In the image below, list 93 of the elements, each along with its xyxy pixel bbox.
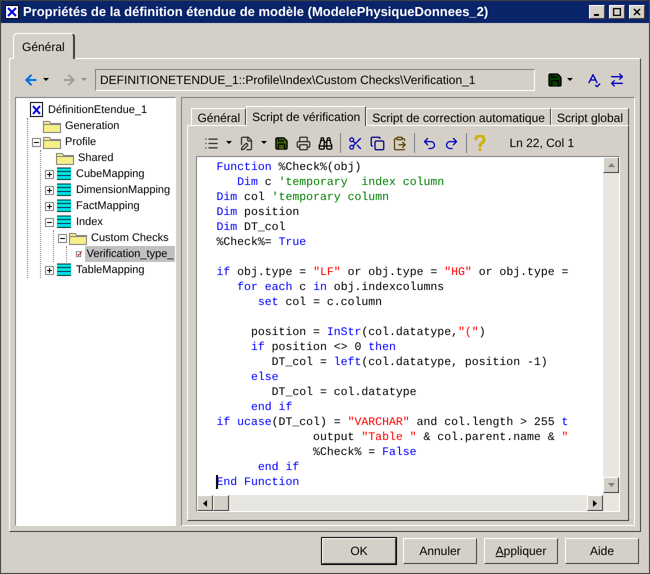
list-icon[interactable]	[204, 136, 220, 150]
tree-item[interactable]: TableMapping	[74, 262, 146, 278]
code-line: Dim position	[216, 205, 300, 220]
tree-item[interactable]: Custom Checks	[89, 230, 171, 246]
tree-item[interactable]: Verification_type_	[84, 246, 176, 262]
code-line: position = InStr(col.datatype,"(")	[250, 325, 486, 340]
maximize-icon	[613, 8, 621, 16]
close-icon	[633, 8, 641, 16]
undo-icon[interactable]	[422, 136, 438, 150]
code-line: for each c in obj.indexcolumns	[236, 280, 444, 295]
scroll-right-button[interactable]	[587, 495, 603, 511]
code-line: Dim c 'temporary index column	[236, 175, 444, 190]
path-field[interactable]: DEFINITIONETENDUE_1::Profile\Index\Custom Checks\Verification_1	[95, 69, 535, 91]
maximize-button[interactable]	[609, 5, 625, 19]
caret-icon[interactable]	[261, 141, 268, 145]
tree-item[interactable]: Shared	[76, 150, 116, 166]
find-icon[interactable]	[318, 136, 334, 150]
save-icon[interactable]	[547, 72, 563, 88]
code-line: if ucase(DT_col) = "VARCHAR" and col.length > 255 t	[216, 415, 568, 430]
right-arrow-icon	[593, 500, 597, 506]
tab[interactable]: Script de vérification	[246, 106, 366, 126]
code-line: else	[250, 370, 279, 385]
tree-item[interactable]: DéfinitionEtendue_1	[46, 102, 150, 118]
cursor-position: Ln 22, Col 1	[509, 135, 574, 152]
cut-icon[interactable]	[348, 136, 364, 150]
model-icon	[30, 102, 44, 118]
paste-icon[interactable]	[392, 136, 408, 150]
expand-icon[interactable]	[44, 186, 54, 194]
dialog-button[interactable]: OK	[322, 538, 396, 564]
code-line: if position <> 0 then	[250, 340, 396, 355]
code-line: %Check% = False	[312, 445, 417, 460]
replace-icon[interactable]	[609, 72, 625, 88]
expand-icon[interactable]	[44, 266, 54, 274]
tree-item[interactable]: DimensionMapping	[74, 182, 172, 198]
collapse-icon[interactable]	[58, 234, 66, 242]
code-line: set col = c.column	[256, 295, 382, 310]
code-line: %Check%= True	[216, 235, 306, 250]
scroll-thumb[interactable]	[213, 495, 230, 511]
scroll-up-button[interactable]	[603, 157, 619, 173]
minimize-button[interactable]	[589, 5, 605, 19]
collapse-icon[interactable]	[32, 138, 40, 146]
code-line: output "Table " & col.parent.name & "	[312, 430, 568, 445]
horizontal-scrollbar[interactable]	[197, 495, 619, 511]
folder-icon	[43, 135, 61, 149]
code-line: end if	[250, 400, 292, 415]
up-arrow-icon	[608, 163, 614, 167]
scroll-down-button[interactable]	[603, 477, 619, 493]
folder-icon	[43, 119, 61, 133]
caret-icon[interactable]	[567, 78, 573, 82]
code-line: if obj.type = "LF" or obj.type = "HG" or obj.type =	[216, 265, 568, 280]
folder-icon	[69, 231, 87, 245]
code-line: Function %Check%(obj)	[216, 160, 362, 175]
print-icon[interactable]	[296, 136, 312, 150]
copy-icon[interactable]	[370, 136, 386, 150]
code-editor[interactable]	[196, 156, 620, 512]
expand-icon[interactable]	[44, 170, 54, 178]
expand-icon[interactable]	[44, 202, 54, 210]
code-line: DT_col = col.datatype	[270, 385, 417, 400]
table-icon	[56, 263, 72, 277]
tab[interactable]: Général	[13, 33, 75, 59]
table-icon	[56, 183, 72, 197]
tree-item[interactable]: FactMapping	[74, 198, 142, 214]
table-icon	[56, 199, 72, 213]
tree-item[interactable]: Generation	[63, 118, 122, 134]
app-icon	[5, 5, 19, 19]
caret-icon[interactable]	[43, 78, 49, 82]
code-line: Dim col 'temporary column	[216, 190, 389, 205]
tree-item[interactable]: Profile	[63, 134, 98, 150]
table-icon	[56, 215, 72, 229]
vertical-scrollbar[interactable]	[603, 157, 619, 495]
dialog-button[interactable]: Appliquer	[484, 538, 558, 564]
edit-icon[interactable]	[239, 136, 254, 150]
dialog-button[interactable]: Annuler	[403, 538, 477, 564]
folder-icon	[56, 151, 74, 165]
scroll-left-button[interactable]	[197, 495, 214, 511]
tab[interactable]: Script de correction automatique	[366, 108, 551, 125]
code-line: end if	[256, 460, 300, 475]
left-arrow-icon	[203, 500, 208, 506]
table-icon	[56, 167, 72, 181]
code-line: Dim DT_col	[216, 220, 286, 235]
caret-icon[interactable]	[226, 141, 232, 145]
tree-item[interactable]: Index	[74, 214, 105, 230]
tab[interactable]: Script global	[550, 108, 629, 125]
tree-item[interactable]: CubeMapping	[74, 166, 146, 182]
close-button[interactable]	[629, 5, 645, 19]
down-arrow-icon	[608, 483, 614, 487]
window-title: Propriétés de la définition étendue de modèle (ModelePhysiqueDonnees_2)	[23, 3, 490, 22]
collapse-icon[interactable]	[44, 218, 54, 226]
save-icon[interactable]	[274, 136, 290, 150]
code-line: DT_col = left(col.datatype, position -1)	[270, 355, 548, 370]
redo-icon[interactable]	[444, 136, 460, 150]
dialog-button[interactable]: Aide	[565, 538, 639, 564]
tab[interactable]: Général	[191, 108, 246, 125]
